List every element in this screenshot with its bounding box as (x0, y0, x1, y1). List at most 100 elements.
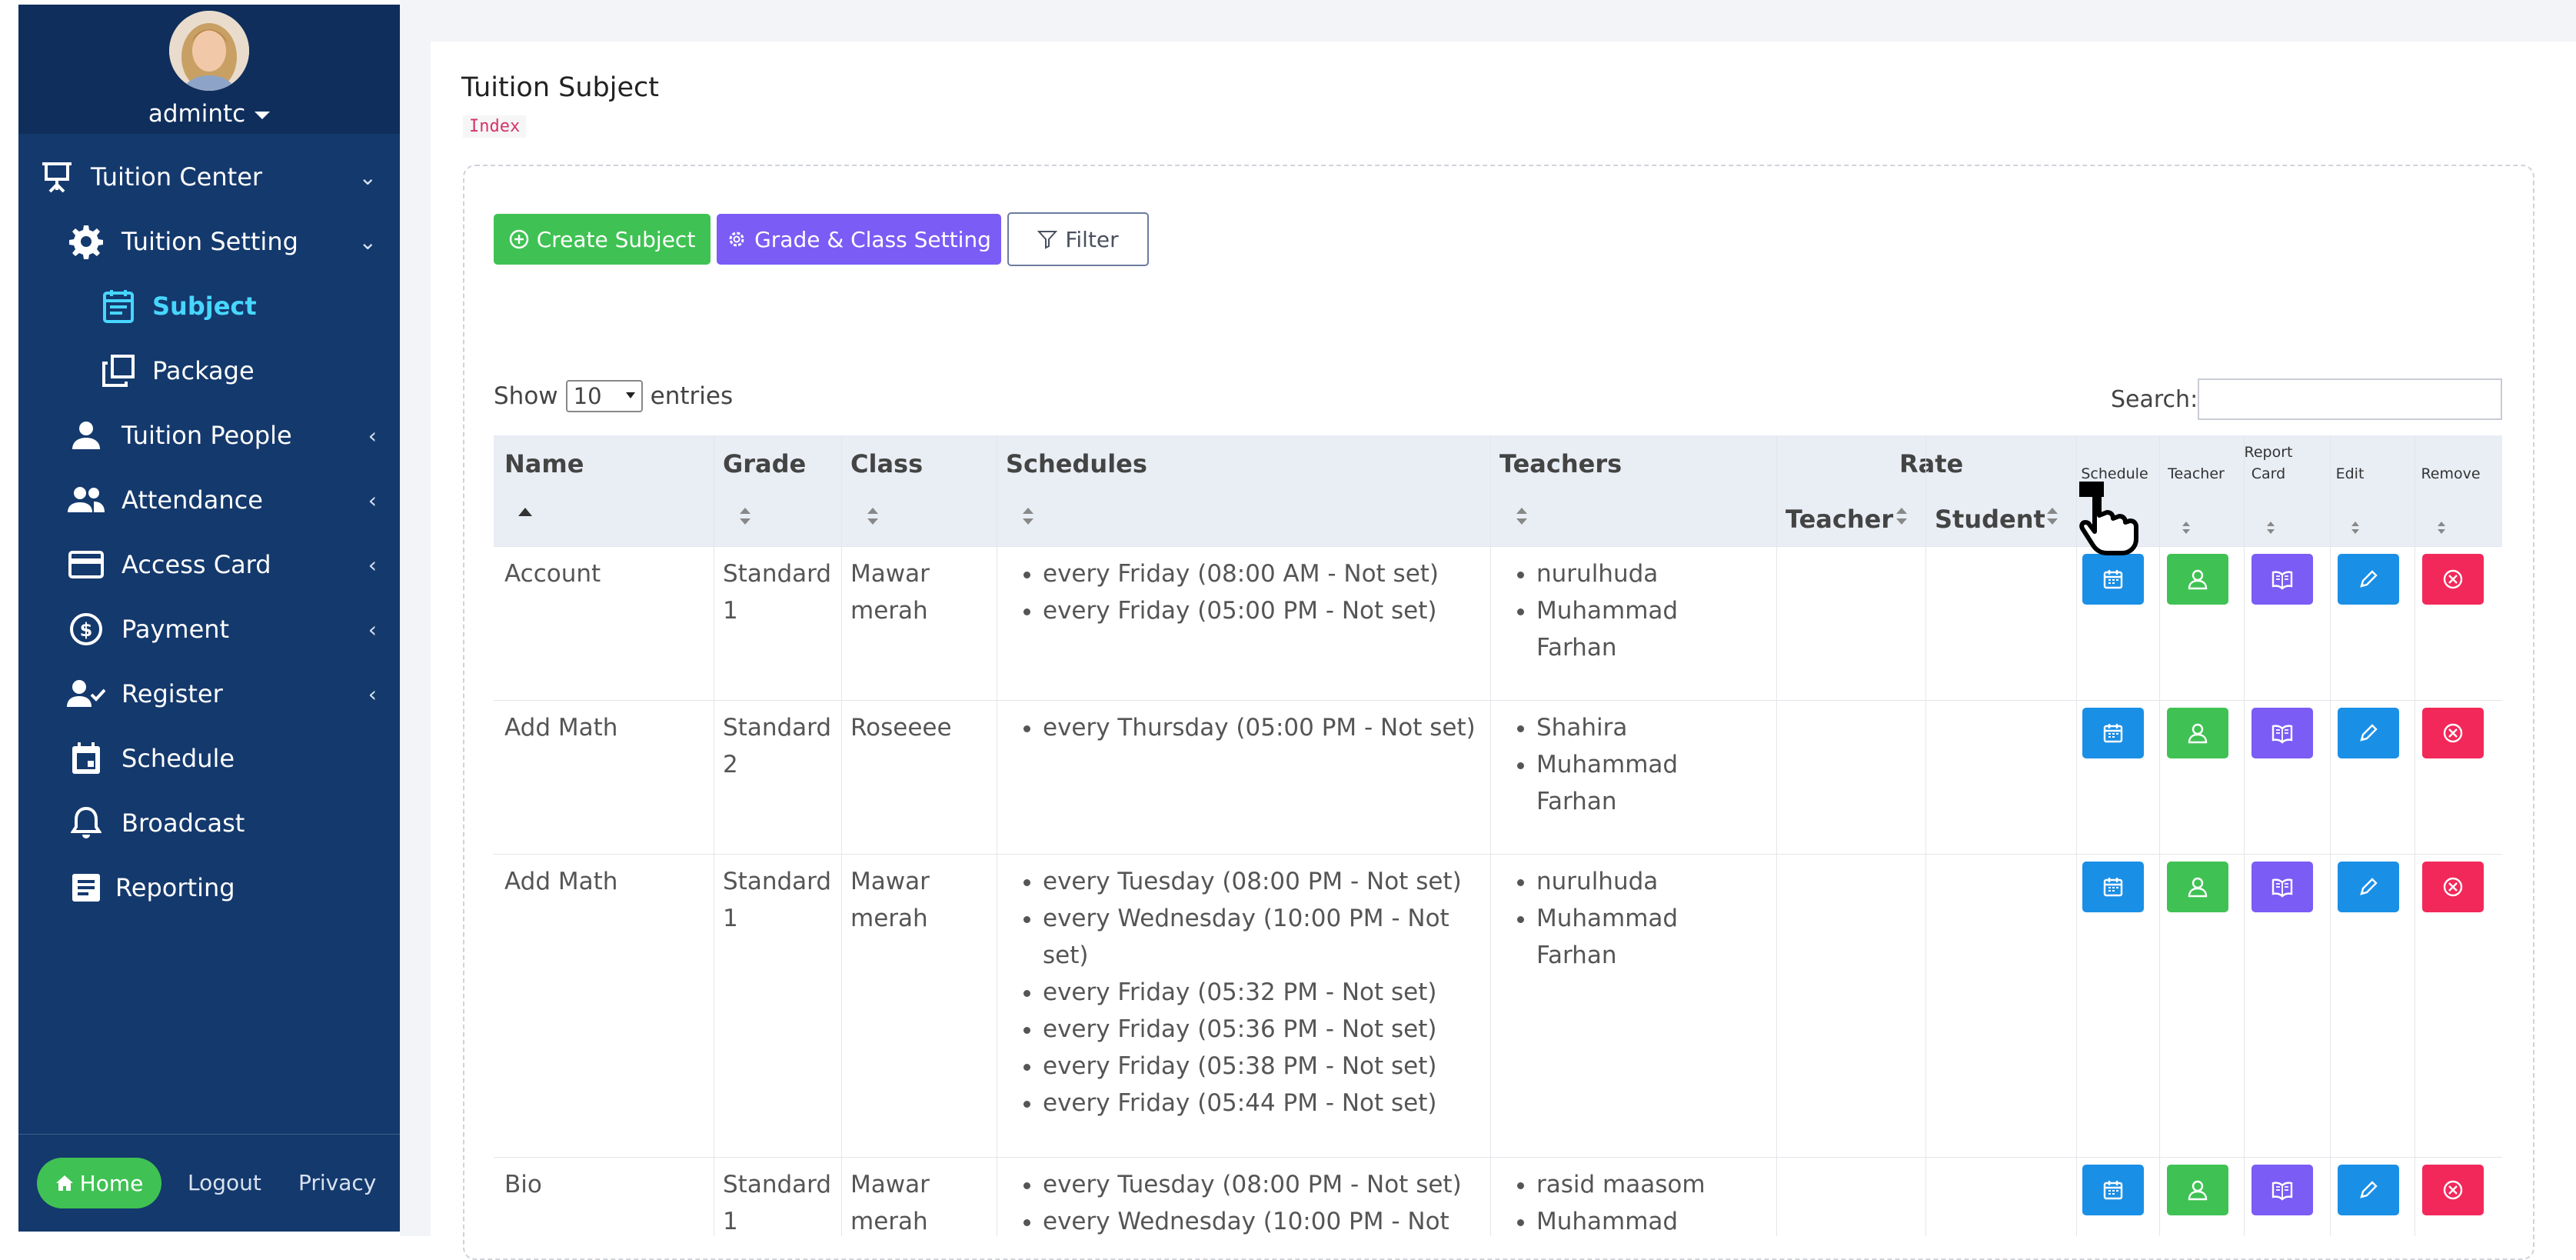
cell-class: Mawar merah (850, 555, 930, 629)
teacher-first: Muhammad (1536, 905, 1679, 932)
sort-icon (2351, 522, 2359, 534)
home-button[interactable]: Home (37, 1158, 161, 1208)
grade-class-setting-label: Grade & Class Setting (754, 226, 991, 252)
sidebar-item-broadcast[interactable]: Broadcast (18, 792, 400, 854)
entries-select[interactable]: 10 (565, 380, 643, 412)
chevron-down-icon: ⌄ (358, 164, 377, 190)
sidebar-item-label: Tuition Center (91, 162, 263, 192)
col-header-rate-teacher[interactable]: Teacher (1786, 505, 1893, 534)
col-header-rate-student[interactable]: Student (1935, 505, 2045, 534)
schedule-item: every Thursday (05:00 PM - Not set) (1043, 709, 1476, 746)
assign-teacher-button[interactable] (2167, 708, 2228, 758)
sort-icon (2047, 508, 2058, 525)
cell-grade: Standard 1 (723, 863, 831, 937)
profile-header: admintc (18, 5, 400, 134)
cell-grade: Standard 2 (723, 709, 831, 783)
sidebar-item-schedule[interactable]: Schedule (18, 728, 400, 789)
col-header-schedules[interactable]: Schedules (1006, 449, 1147, 478)
teacher-last: Farhan (1536, 634, 1617, 662)
remove-button[interactable] (2422, 554, 2484, 605)
schedule-button[interactable] (2082, 862, 2144, 912)
sidebar-item-package[interactable]: Package (18, 340, 400, 402)
sidebar-item-subject[interactable]: Subject (18, 275, 400, 337)
schedule-button[interactable] (2082, 1165, 2144, 1215)
search-label: Search: (2111, 386, 2198, 413)
cell-name: Account (504, 560, 601, 588)
username: admintc (148, 100, 246, 128)
assign-teacher-button[interactable] (2167, 862, 2228, 912)
show-label: Show (494, 382, 558, 410)
sidebar-item-access-card[interactable]: Access Card ‹ (18, 534, 400, 595)
report-card-button[interactable] (2252, 1165, 2313, 1215)
pencil-icon (2358, 1180, 2378, 1200)
cell-schedules: every Tuesday (08:00 PM - Not set) every… (1007, 1166, 1462, 1240)
filter-icon (1037, 231, 1058, 249)
report-card-button[interactable] (2252, 554, 2313, 605)
report-line-1: Report (2244, 444, 2293, 461)
sidebar-item-tuition-center[interactable]: Tuition Center ⌄ (18, 146, 400, 208)
sort-icon (2267, 522, 2275, 534)
teacher-item: rasid maasom (1536, 1166, 1706, 1203)
hand-pointer-cursor-icon (2079, 482, 2138, 555)
assign-teacher-button[interactable] (2167, 554, 2228, 605)
class-line-2: merah (850, 597, 928, 625)
row-divider (494, 1157, 2502, 1158)
sidebar-item-attendance[interactable]: Attendance ‹ (18, 469, 400, 531)
sort-icon (867, 508, 878, 525)
calendar-note-icon (98, 286, 138, 326)
sidebar-item-label: Register (121, 679, 223, 708)
caret-down-icon (625, 392, 635, 398)
privacy-link[interactable]: Privacy (298, 1170, 376, 1195)
remove-button[interactable] (2422, 1165, 2484, 1215)
edit-button[interactable] (2338, 554, 2399, 605)
logout-link[interactable]: Logout (188, 1170, 261, 1195)
teacher-first: Muhammad (1536, 751, 1679, 778)
schedule-button[interactable] (2082, 554, 2144, 605)
schedule-item: every Friday (05:44 PM - Not set) (1043, 1085, 1462, 1122)
avatar[interactable] (169, 11, 249, 91)
schedule-button[interactable] (2082, 708, 2144, 758)
pencil-icon (2358, 569, 2378, 589)
column-divider (2076, 435, 2077, 1236)
teacher-last: Farhan (1536, 942, 1617, 969)
grade-text: Standard (723, 868, 832, 895)
col-header-name[interactable]: Name (504, 449, 584, 478)
cell-class: Roseeee (850, 714, 952, 742)
report-card-button[interactable] (2252, 862, 2313, 912)
search-input[interactable] (2198, 378, 2502, 420)
sidebar-item-payment[interactable]: $ Payment ‹ (18, 598, 400, 660)
row-divider (494, 854, 2502, 855)
assign-teacher-button[interactable] (2167, 1165, 2228, 1215)
user-menu[interactable]: admintc (18, 100, 400, 128)
cell-name: Add Math (504, 714, 618, 742)
cell-teachers: nurulhuda Muhammad Farhan (1501, 863, 1678, 974)
edit-button[interactable] (2338, 708, 2399, 758)
create-subject-button[interactable]: Create Subject (494, 214, 711, 265)
col-header-teachers[interactable]: Teachers (1499, 449, 1622, 478)
remove-button[interactable] (2422, 862, 2484, 912)
edit-button[interactable] (2338, 862, 2399, 912)
sort-icon (740, 508, 751, 525)
chevron-left-icon: ‹ (368, 552, 377, 578)
grade-text: Standard (723, 560, 832, 588)
edit-button[interactable] (2338, 1165, 2399, 1215)
col-header-action-edit: Edit (2335, 465, 2365, 482)
sidebar-item-tuition-setting[interactable]: Tuition Setting ⌄ (18, 211, 400, 272)
schedule-text-cont: set) (1043, 942, 1089, 969)
filter-button[interactable]: Filter (1007, 212, 1149, 266)
gear-icon (729, 232, 744, 247)
column-divider (1925, 435, 1926, 1236)
row-divider (494, 700, 2502, 701)
grade-class-setting-button[interactable]: Grade & Class Setting (717, 214, 1001, 265)
sidebar-item-label: Schedule (121, 744, 235, 773)
remove-button[interactable] (2422, 708, 2484, 758)
sidebar-item-register[interactable]: Register ‹ (18, 663, 400, 725)
dollar-circle-icon: $ (66, 609, 106, 649)
report-card-button[interactable] (2252, 708, 2313, 758)
sidebar-item-reporting[interactable]: Reporting (18, 857, 400, 918)
col-header-grade[interactable]: Grade (723, 449, 806, 478)
calendar-icon (2102, 1179, 2124, 1201)
sidebar-item-tuition-people[interactable]: Tuition People ‹ (18, 405, 400, 466)
person-check-icon (66, 674, 106, 714)
col-header-class[interactable]: Class (850, 449, 923, 478)
